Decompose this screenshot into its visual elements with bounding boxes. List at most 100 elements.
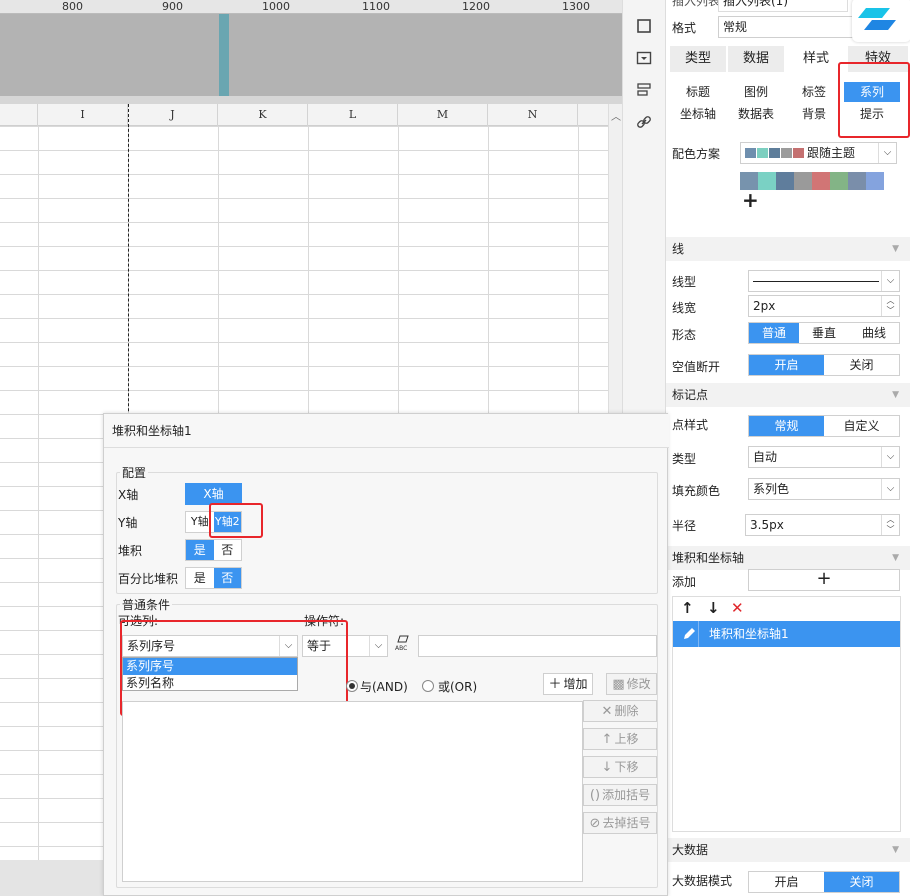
stack-toggle[interactable]: 是 否 (185, 539, 242, 561)
percent-stack-toggle[interactable]: 是 否 (185, 567, 242, 589)
delete-condition-button[interactable]: ✕ 删除 (583, 700, 657, 722)
add-color-plus-icon[interactable]: + (742, 190, 759, 210)
section-header-line[interactable]: 线 ▼ (666, 237, 910, 261)
color-scheme-select[interactable]: 跟随主题 ⌵ (740, 142, 897, 164)
subtab-axis[interactable]: 坐标轴 (670, 104, 726, 124)
stepper-icon[interactable]: ︿ ﹀ (881, 296, 899, 316)
column-select[interactable]: 系列序号 ⌵ (122, 635, 298, 657)
format-select[interactable]: 常规 (718, 16, 853, 38)
frame-icon[interactable] (635, 18, 653, 36)
null-break-on[interactable]: 开启 (749, 355, 824, 375)
stack-no[interactable]: 否 (213, 540, 241, 560)
column-header-j[interactable]: J (128, 104, 218, 126)
chevron-down-icon[interactable]: ⌵ (369, 636, 387, 656)
dropdown-option-series-name[interactable]: 系列名称 (123, 675, 297, 692)
or-radio[interactable] (422, 680, 434, 692)
move-up-button[interactable]: ↑ 上移 (583, 728, 657, 750)
y-axis-1[interactable]: Y轴 (186, 512, 214, 532)
point-style-normal[interactable]: 常规 (749, 416, 824, 436)
column-header-m[interactable]: M (398, 104, 488, 126)
subtab-series[interactable]: 系列 (844, 82, 900, 102)
link-icon[interactable] (635, 114, 653, 132)
condition-value-input[interactable] (418, 635, 657, 657)
section-header-bigdata[interactable]: 大数据 ▼ (666, 838, 910, 862)
chevron-up-icon[interactable]: ︿ (609, 108, 623, 123)
section-header-marker[interactable]: 标记点 ▼ (666, 383, 910, 407)
chevron-down-icon[interactable]: ⌵ (881, 271, 899, 291)
bigdata-off[interactable]: 关闭 (824, 872, 899, 892)
column-header-l[interactable]: L (308, 104, 398, 126)
marker-type-select[interactable]: 自动 ⌵ (748, 446, 900, 468)
move-up-icon[interactable]: ↑ (681, 599, 694, 617)
shape-normal[interactable]: 普通 (749, 323, 799, 343)
cut-off-select[interactable]: 插入列表(1) (718, 0, 848, 12)
stack-yes[interactable]: 是 (186, 540, 214, 560)
chevron-down-icon[interactable]: ⌵ (881, 447, 899, 467)
and-radio[interactable] (346, 680, 358, 692)
radius-input[interactable]: 3.5px ︿ ﹀ (745, 514, 900, 536)
x-axis-button[interactable]: X轴 (185, 483, 242, 505)
add-stack-button[interactable]: + (748, 569, 900, 591)
add-parenthesis-button[interactable]: () 添加括号 (583, 784, 657, 806)
point-style-custom[interactable]: 自定义 (824, 416, 899, 436)
null-break-toggle[interactable]: 开启 关闭 (748, 354, 900, 376)
color-palette[interactable] (740, 172, 884, 190)
fill-color-select[interactable]: 系列色 ⌵ (748, 478, 900, 500)
palette-swatch[interactable] (866, 172, 884, 190)
stack-list-item[interactable]: 堆积和坐标轴1 (673, 621, 900, 647)
subtab-tooltip[interactable]: 提示 (844, 104, 900, 124)
edit-condition-button[interactable]: ▩ 修改 (606, 673, 657, 695)
formula-abc-icon[interactable]: ABC (394, 634, 414, 654)
palette-swatch[interactable] (758, 172, 776, 190)
palette-swatch[interactable] (776, 172, 794, 190)
dropdown-widget-icon[interactable] (635, 50, 653, 68)
chart-element[interactable] (219, 14, 229, 96)
point-style-toggle[interactable]: 常规 自定义 (748, 415, 900, 437)
tab-style[interactable]: 样式 (788, 46, 844, 72)
column-header-n[interactable]: N (488, 104, 578, 126)
chevron-down-icon[interactable]: ⌵ (881, 479, 899, 499)
bigdata-on[interactable]: 开启 (749, 872, 824, 892)
y-axis-2[interactable]: Y轴2 (213, 512, 241, 532)
delete-icon[interactable]: ✕ (731, 599, 744, 617)
subtab-title[interactable]: 标题 (670, 82, 726, 102)
operator-select[interactable]: 等于 ⌵ (302, 635, 388, 657)
stepper-icon[interactable]: ︿ ﹀ (881, 515, 899, 535)
chevron-down-icon[interactable]: ⌵ (279, 636, 297, 656)
subtab-datasheet[interactable]: 数据表 (728, 104, 784, 124)
null-break-off[interactable]: 关闭 (824, 355, 899, 375)
move-down-icon[interactable]: ↓ (707, 599, 720, 617)
bigdata-mode-toggle[interactable]: 开启 关闭 (748, 871, 900, 893)
list-widget-icon[interactable] (635, 82, 653, 100)
palette-swatch[interactable] (830, 172, 848, 190)
shape-curve[interactable]: 曲线 (849, 323, 899, 343)
tab-type[interactable]: 类型 (670, 46, 726, 72)
palette-swatch[interactable] (812, 172, 830, 190)
subtab-background[interactable]: 背景 (786, 104, 842, 124)
shape-vertical[interactable]: 垂直 (799, 323, 849, 343)
palette-swatch[interactable] (848, 172, 866, 190)
ruler-label: 1100 (362, 0, 390, 13)
remove-parenthesis-button[interactable]: ⊘ 去掉括号 (583, 812, 657, 834)
dropdown-option-series-index[interactable]: 系列序号 (123, 658, 297, 675)
edit-pencil-icon[interactable] (679, 621, 699, 647)
shape-toggle[interactable]: 普通 垂直 曲线 (748, 322, 900, 344)
percent-yes[interactable]: 是 (186, 568, 214, 588)
line-width-input[interactable]: 2px ︿ ﹀ (748, 295, 900, 317)
percent-no[interactable]: 否 (213, 568, 241, 588)
subtab-legend[interactable]: 图例 (728, 82, 784, 102)
subtab-label[interactable]: 标签 (786, 82, 842, 102)
palette-swatch[interactable] (794, 172, 812, 190)
section-header-stack-axis[interactable]: 堆积和坐标轴 ▼ (666, 546, 910, 570)
parenthesis-icon: () (589, 788, 601, 803)
line-type-select[interactable]: ⌵ (748, 270, 900, 292)
column-header-i[interactable]: I (38, 104, 128, 126)
tab-effects[interactable]: 特效 (848, 46, 908, 72)
move-down-button[interactable]: ↓ 下移 (583, 756, 657, 778)
condition-list[interactable] (122, 701, 583, 882)
chevron-down-icon[interactable]: ⌵ (878, 143, 896, 163)
tab-data[interactable]: 数据 (728, 46, 784, 72)
add-condition-button[interactable]: ＋增加 (543, 673, 593, 695)
column-header-k[interactable]: K (218, 104, 308, 126)
y-axis-toggle[interactable]: Y轴 Y轴2 (185, 511, 242, 533)
